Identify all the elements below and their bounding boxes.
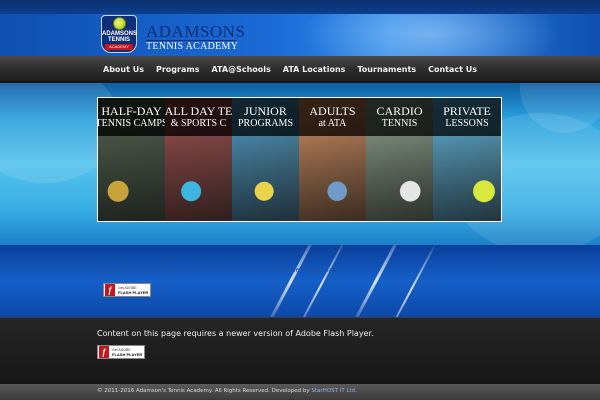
light-streak [349,245,404,317]
get-flash-player-button[interactable]: f Get ADOBE FLASH PLAYER [97,345,145,359]
developer-link[interactable]: StarHOST IT Ltd. [311,388,357,394]
flash-badge-text: Get ADOBE FLASH PLAYER [118,286,148,295]
flash-message: Content on this page requires a newer ve… [97,329,374,338]
nav-list: About Us Programs ATA@Schools ATA Locations… [97,56,483,82]
program-photo [98,136,165,221]
program-photo [232,136,299,221]
nav-item-ata-schools[interactable]: ATA@Schools [205,56,276,82]
brand-name[interactable]: ADAMSONS [146,22,245,42]
program-slideshow[interactable]: HALF-DAY TENNIS CAMPS ALL DAY TE & SPORTS C… [97,97,502,222]
main-nav: About Us Programs ATA@Schools ATA Locations… [0,56,600,82]
get-flash-player-button[interactable]: f Get ADOBE FLASH PLAYER [103,283,151,297]
site-header [0,14,600,56]
program-subtitle: TENNIS CAMPS [98,117,165,129]
program-label: JUNIOR PROGRAMS [232,98,299,136]
nav-item-tournaments[interactable]: Tournaments [351,56,422,82]
program-photo [299,136,366,221]
copyright-text: © 2011-2016 Adamson's Tennis Academy. Al… [97,388,310,394]
program-title: PRIVATE [443,103,491,118]
program-title: HALF-DAY [101,103,162,118]
program-panel[interactable]: PRIVATE LESSONS [433,98,501,221]
program-label: PRIVATE LESSONS [433,98,501,136]
program-label: ALL DAY TE & SPORTS C [165,98,232,136]
nav-item-about-us[interactable]: About Us [97,56,150,82]
program-panel[interactable]: ALL DAY TE & SPORTS C [165,98,232,221]
program-title: CARDIO [376,103,423,118]
header-glow [300,14,560,56]
flash-section [0,245,600,317]
dark-section [0,317,600,384]
nav-item-programs[interactable]: Programs [150,56,205,82]
program-label: CARDIO TENNIS [366,98,433,136]
flash-icon: f [105,284,115,296]
flash-icon: f [99,346,109,358]
program-panel[interactable]: CARDIO TENNIS [366,98,433,221]
logo-badge-line2: TENNIS [107,37,130,43]
program-panel[interactable]: ADULTS at ATA [299,98,366,221]
program-subtitle: PROGRAMS [237,117,294,129]
program-photo [165,136,232,221]
top-strip [0,0,600,14]
flash-badge-product: FLASH PLAYER [118,289,149,295]
program-photo [433,136,501,221]
program-title: ALL DAY TE [165,103,232,118]
program-label: ADULTS at ATA [299,98,366,136]
nav-item-ata-locations[interactable]: ATA Locations [277,56,352,82]
program-label: HALF-DAY TENNIS CAMPS [98,98,165,136]
site-footer: © 2011-2016 Adamson's Tennis Academy. Al… [0,384,600,400]
program-subtitle: & SPORTS C [170,117,227,129]
flash-message-faded: Content on this page requires a newer ve… [104,266,347,274]
footer-copyright: © 2011-2016 Adamson's Tennis Academy. Al… [97,388,357,394]
program-panels: HALF-DAY TENNIS CAMPS ALL DAY TE & SPORTS C… [98,98,501,221]
brand-subtitle: TENNIS ACADEMY [146,41,239,52]
logo-badge[interactable]: ADAMSONS TENNIS ACADEMY [101,15,137,53]
tennis-ball-icon [113,17,126,30]
logo-ribbon: ACADEMY [105,44,133,50]
flash-badge-product: FLASH PLAYER [112,351,143,357]
flash-badge-text: Get ADOBE FLASH PLAYER [112,348,142,357]
program-subtitle: LESSONS [445,117,489,129]
program-title: ADULTS [309,103,356,118]
program-panel[interactable]: JUNIOR PROGRAMS [232,98,299,221]
program-panel[interactable]: HALF-DAY TENNIS CAMPS [98,98,165,221]
nav-item-contact-us[interactable]: Contact Us [422,56,483,82]
program-photo [366,136,433,221]
light-streak [384,245,438,317]
program-subtitle: at ATA [318,117,347,129]
program-title: JUNIOR [244,103,287,118]
program-subtitle: TENNIS [381,117,418,129]
